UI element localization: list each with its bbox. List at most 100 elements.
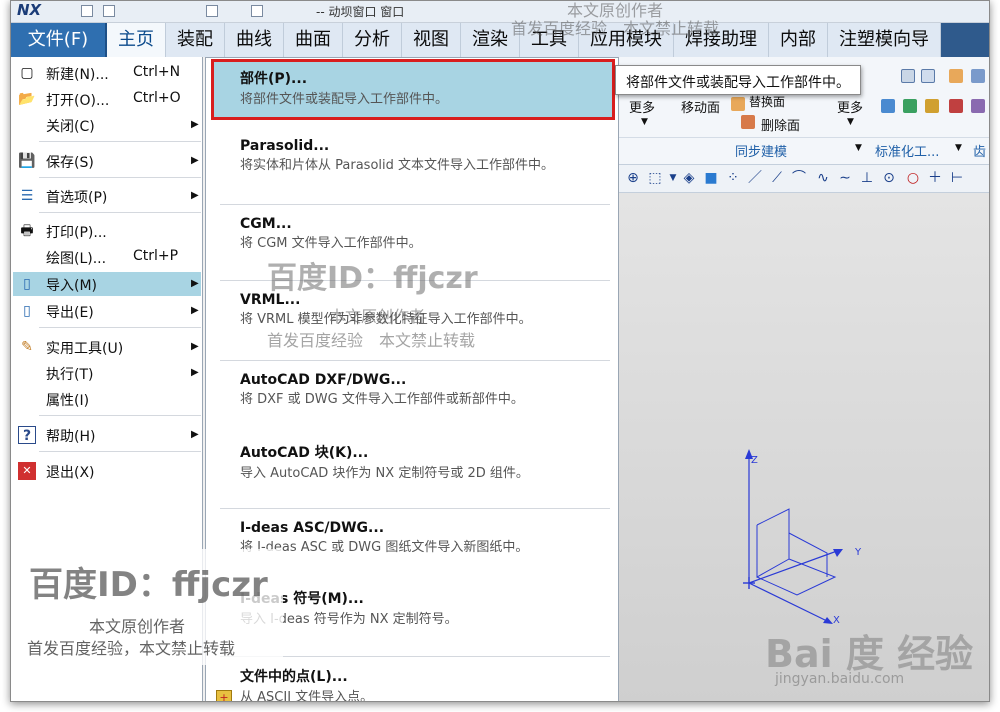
group-sync-dropdown-icon[interactable]: ▼ [855, 143, 862, 153]
menu-item-shortcut: Ctrl+O [133, 90, 181, 106]
submenu-item-dxf-dwg[interactable]: AutoCAD DXF/DWG... 将 DXF 或 DWG 文件导入工作部件或… [214, 372, 612, 409]
utility-tools-icon: ✎ [21, 339, 33, 355]
x-axis-label: X [833, 615, 840, 626]
menu-item-export[interactable]: ▯ 导出(E) ▶ [13, 299, 201, 323]
submenu-item-title: Parasolid... [240, 138, 330, 154]
cube-icon[interactable] [921, 69, 935, 83]
submenu-item-vrml[interactable]: VRML... 将 VRML 模型作为非参数化特征导入工作部件中。 [214, 292, 612, 329]
quick-access-save-icon[interactable] [81, 5, 93, 17]
feature-icon-5[interactable] [971, 99, 985, 113]
delete-face-icon [741, 115, 755, 129]
view-orient-icon[interactable]: ◈ [681, 170, 697, 186]
more-dropdown-1-icon[interactable]: ▼ [641, 117, 648, 127]
arc-icon[interactable]: ⌒ [791, 170, 807, 186]
tab-mold-wizard[interactable]: 注塑模向导 [828, 23, 941, 57]
submenu-item-title: CGM... [240, 216, 292, 232]
menu-separator [39, 141, 201, 142]
submenu-item-autocad-block[interactable]: AutoCAD 块(K)... 导入 AutoCAD 块作为 NX 定制符号或 … [214, 442, 612, 483]
feature-icon-2[interactable] [903, 99, 917, 113]
submenu-item-desc: 将 I-deas ASC 或 DWG 图纸文件导入新图纸中。 [240, 540, 529, 555]
more-button-1[interactable]: 更多 [629, 97, 655, 116]
submenu-item-title: I-deas 符号(M)... [240, 591, 364, 607]
replace-face-button[interactable]: 替换面 [749, 93, 785, 110]
submenu-arrow-icon: ▶ [191, 190, 199, 201]
quick-access-undo-icon[interactable] [103, 5, 115, 17]
submenu-arrow-icon: ▶ [191, 278, 199, 289]
tab-analysis[interactable]: 分析 [343, 23, 402, 57]
tab-tools[interactable]: 工具 [520, 23, 579, 57]
tab-file[interactable]: 文件(F) [11, 23, 107, 57]
menu-item-import[interactable]: ▯ 导入(M) ▶ [13, 272, 201, 296]
tab-curve[interactable]: 曲线 [225, 23, 284, 57]
print-icon: 🖶 [20, 223, 34, 239]
more-dropdown-2-icon[interactable]: ▼ [847, 117, 854, 127]
submenu-item-title: AutoCAD DXF/DWG... [240, 372, 407, 388]
submenu-item-part[interactable]: 部件(P)... 将部件文件或装配导入工作部件中。 [211, 59, 615, 120]
menu-item-preferences[interactable]: ☰ 首选项(P) ▶ [13, 184, 201, 208]
submenu-item-parasolid[interactable]: Parasolid... 将实体和片体从 Parasolid 文本文件导入工作部… [214, 138, 612, 175]
submenu-arrow-icon: ▶ [191, 305, 199, 316]
submenu-separator [220, 508, 610, 509]
submenu-item-points-from-file[interactable]: + 文件中的点(L)... 从 ASCII 文件导入点。 [214, 666, 612, 701]
tab-view[interactable]: 视图 [402, 23, 461, 57]
curve-icon[interactable]: ∿ [815, 170, 831, 186]
center-point-icon[interactable]: ⊙ [881, 170, 897, 186]
tab-applications[interactable]: 应用模块 [579, 23, 674, 57]
submenu-item-cgm[interactable]: CGM... 将 CGM 文件导入工作部件中。 [214, 216, 612, 253]
line-icon[interactable]: ／ [747, 170, 763, 186]
menu-item-save[interactable]: 💾 保存(S) ▶ [13, 149, 201, 173]
quick-access-window-icon[interactable] [251, 5, 263, 17]
tab-assembly[interactable]: 装配 [166, 23, 225, 57]
menu-item-execute[interactable]: 执行(T) ▶ [13, 361, 201, 385]
more-button-2[interactable]: 更多 [837, 97, 863, 116]
menu-item-help[interactable]: ? 帮助(H) ▶ [13, 423, 201, 447]
ribbon-tab-bar: 文件(F) 主页 装配 曲线 曲面 分析 视图 渲染 工具 应用模块 焊接助理 … [11, 23, 989, 57]
group-label-gear: 齿 [973, 145, 987, 160]
submenu-item-desc: 导入 AutoCAD 块作为 NX 定制符号或 2D 组件。 [240, 466, 529, 481]
feature-icon-1[interactable] [881, 99, 895, 113]
shape-icon[interactable] [901, 69, 915, 83]
menu-item-print[interactable]: 🖶 打印(P)... [13, 219, 201, 243]
select-dropdown-icon[interactable]: ▼ [665, 170, 681, 186]
menu-item-plot[interactable]: 绘图(L)... Ctrl+P [13, 245, 201, 269]
shaded-view-icon[interactable]: ■ [703, 170, 719, 186]
menu-item-label: 绘图(L)... [46, 251, 107, 267]
intersect-icon[interactable]: ⊥ [859, 170, 875, 186]
circle-point-icon[interactable]: ○ [905, 170, 921, 186]
menu-item-label: 保存(S) [46, 155, 94, 171]
tab-render[interactable]: 渲染 [461, 23, 520, 57]
graphics-window[interactable]: Z Y X Bai 度 经验 jingyan.baidu.com [619, 193, 989, 701]
plus-point-icon[interactable]: ＋ [927, 170, 943, 186]
feature-icon-4[interactable] [949, 99, 963, 113]
feature-icon-3[interactable] [925, 99, 939, 113]
menu-item-properties[interactable]: 属性(I) [13, 387, 201, 411]
submenu-arrow-icon: ▶ [191, 341, 199, 352]
end-point-icon[interactable]: ⊢ [949, 170, 965, 186]
menu-item-utilities[interactable]: ✎ 实用工具(U) ▶ [13, 335, 201, 359]
group-std-dropdown-icon[interactable]: ▼ [955, 143, 962, 153]
select-box-icon[interactable]: ⬚ [647, 170, 663, 186]
datum-csys: Z Y X [743, 449, 862, 626]
submenu-item-title: AutoCAD 块(K)... [240, 445, 369, 461]
menu-item-exit[interactable]: ✕ 退出(X) [13, 459, 201, 483]
tab-surface[interactable]: 曲面 [284, 23, 343, 57]
move-face-button[interactable]: 移动面 [681, 97, 720, 116]
snap-points-icon[interactable]: ⁘ [725, 170, 741, 186]
spline-icon[interactable]: ∼ [837, 170, 853, 186]
delete-face-button[interactable]: 删除面 [761, 115, 800, 134]
quick-access-copy-icon[interactable] [206, 5, 218, 17]
sketch-icon[interactable] [971, 69, 985, 83]
tab-home[interactable]: 主页 [107, 23, 166, 57]
tab-weld-assistant[interactable]: 焊接助理 [674, 23, 769, 57]
menu-separator [39, 451, 201, 452]
tab-internal[interactable]: 内部 [769, 23, 828, 57]
menu-item-shortcut: Ctrl+N [133, 64, 181, 80]
submenu-arrow-icon: ▶ [191, 367, 199, 378]
menu-item-close[interactable]: 关闭(C) ▶ [13, 113, 201, 137]
selection-filter-icon[interactable]: ⊕ [625, 170, 641, 186]
line-alt-icon[interactable]: ⟋ [769, 170, 785, 186]
selection-toolbar: ⊕ ⬚ ▼ ◈ ■ ⁘ ／ ⟋ ⌒ ∿ ∼ ⊥ ⊙ ○ ＋ ⊢ [619, 165, 989, 193]
menu-item-open[interactable]: 📂 打开(O)... Ctrl+O [13, 87, 201, 111]
menu-item-new[interactable]: ▢ 新建(N)... Ctrl+N [13, 61, 201, 85]
tool-icon[interactable] [949, 69, 963, 83]
